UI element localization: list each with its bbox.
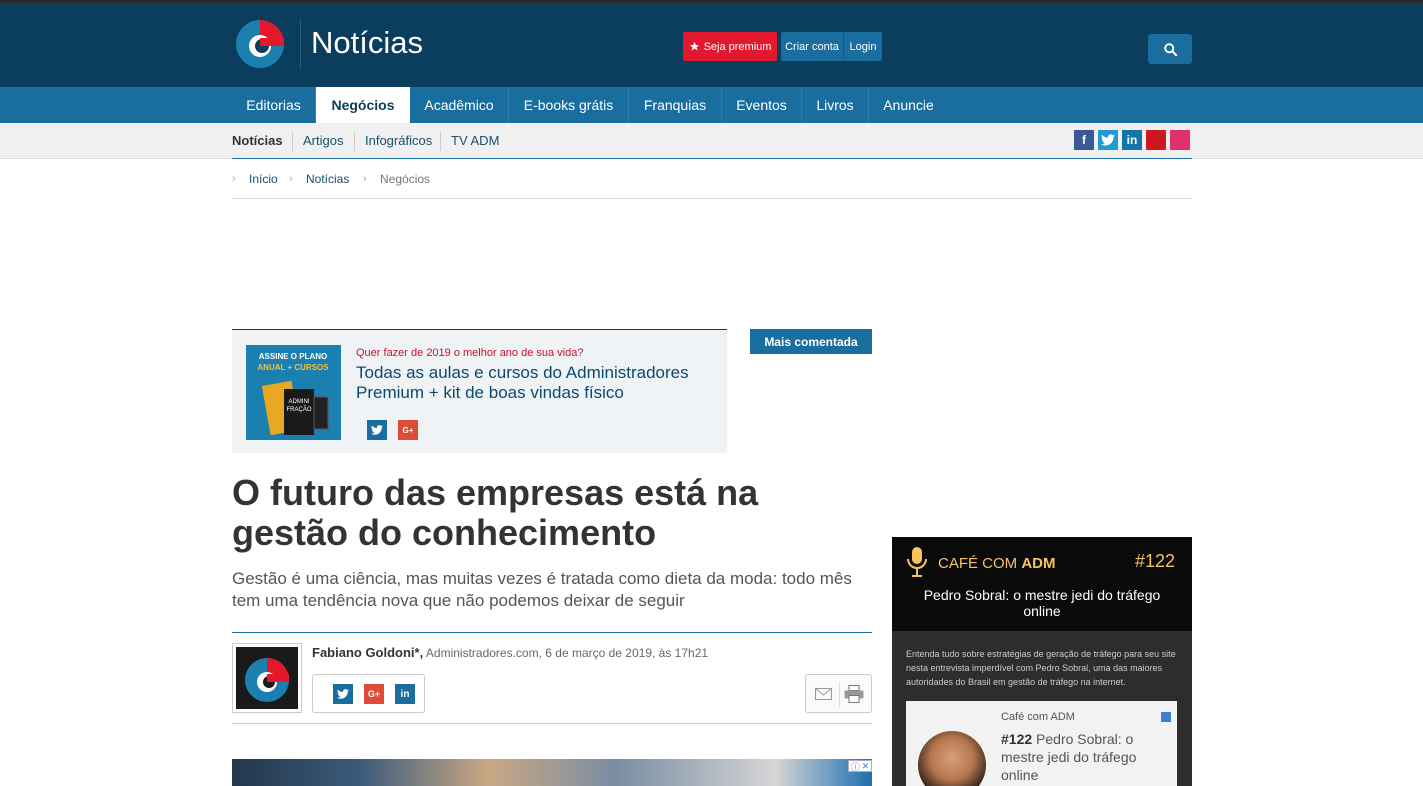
nav-item-academico[interactable]: Acadêmico bbox=[410, 87, 509, 123]
subnav-divider bbox=[440, 132, 441, 151]
podcast-card-show: Café com ADM bbox=[1001, 711, 1075, 723]
tab-mais-comentada[interactable]: Mais comentada bbox=[750, 329, 872, 354]
sub-nav: Notícias Artigos Infográficos TV ADM bbox=[0, 123, 1423, 159]
nav-item-negocios[interactable]: Negócios bbox=[316, 87, 410, 123]
nav-item-livros[interactable]: Livros bbox=[802, 87, 869, 123]
platform-icon[interactable] bbox=[1161, 712, 1171, 722]
breadcrumb-negocios: Negócios bbox=[380, 172, 431, 186]
search-button[interactable] bbox=[1148, 34, 1192, 64]
subnav-item-noticias[interactable]: Notícias bbox=[232, 133, 283, 148]
email-icon[interactable] bbox=[815, 688, 832, 700]
advertisement-image[interactable] bbox=[232, 759, 872, 786]
promo-title[interactable]: Todas as aulas e cursos do Administrador… bbox=[356, 363, 721, 403]
podcast-description: Entenda tudo sobre estratégias de geraçã… bbox=[906, 649, 1176, 687]
article-subtitle: Gestão é uma ciência, mas muitas vezes é… bbox=[232, 569, 852, 610]
article-tools bbox=[805, 674, 872, 713]
subnav-item-tvadm[interactable]: TV ADM bbox=[451, 133, 499, 148]
subnav-item-artigos[interactable]: Artigos bbox=[303, 133, 343, 148]
subnav-item-infograficos[interactable]: Infográficos bbox=[365, 133, 432, 148]
linkedin-icon[interactable]: in bbox=[1122, 130, 1142, 150]
info-icon: ⓘ bbox=[850, 761, 860, 772]
login-button[interactable]: Login bbox=[844, 32, 882, 61]
article-headline: O futuro das empresas está na gestão do … bbox=[232, 472, 759, 553]
ad-choices[interactable]: ⓘ ✕ bbox=[848, 760, 872, 772]
main-nav: Editorias Negócios Acadêmico E-books grá… bbox=[0, 87, 1423, 123]
nav-item-ebooks[interactable]: E-books grátis bbox=[509, 87, 629, 123]
chevron-right-icon: › bbox=[232, 173, 236, 185]
nav-item-franquias[interactable]: Franquias bbox=[629, 87, 722, 123]
googleplus-share-icon[interactable]: G+ bbox=[364, 684, 384, 704]
author-name[interactable]: Fabiano Goldoni*, bbox=[312, 645, 423, 660]
breadcrumb-divider bbox=[232, 198, 1192, 199]
site-header: Notícias Seja premium Criar conta Login bbox=[0, 3, 1423, 87]
nav-item-anuncie[interactable]: Anuncie bbox=[869, 87, 948, 123]
linkedin-share-icon[interactable]: in bbox=[395, 684, 415, 704]
search-icon bbox=[1163, 42, 1177, 56]
promo-image-caption-line2: ANUAL + CURSOS bbox=[257, 363, 329, 372]
create-account-button[interactable]: Criar conta bbox=[781, 32, 843, 61]
account-buttons: Criar conta Login bbox=[781, 32, 882, 61]
nav-item-eventos[interactable]: Eventos bbox=[722, 87, 802, 123]
podcast-title[interactable]: Pedro Sobral: o mestre jedi do tráfego o… bbox=[912, 587, 1172, 619]
twitter-icon[interactable] bbox=[1098, 130, 1118, 150]
star-icon bbox=[689, 41, 699, 51]
subnav-underline bbox=[232, 158, 1192, 159]
breadcrumb-inicio[interactable]: Início bbox=[249, 172, 278, 186]
instagram-icon[interactable] bbox=[1170, 130, 1190, 150]
nav-item-editorias[interactable]: Editorias bbox=[232, 87, 316, 123]
close-icon: ✕ bbox=[861, 760, 870, 771]
promo-image[interactable]: ASSINE O PLANO ANUAL + CURSOS ADMINI FRA… bbox=[246, 345, 341, 440]
author-line: Fabiano Goldoni*, Administradores.com, 6… bbox=[312, 645, 708, 660]
svg-text:FRAÇÃO: FRAÇÃO bbox=[286, 406, 311, 413]
podcast-player-card[interactable]: Café com ADM #122 Pedro Sobral: o mestre… bbox=[906, 701, 1177, 786]
premium-button[interactable]: Seja premium bbox=[683, 32, 777, 61]
youtube-icon[interactable] bbox=[1146, 130, 1166, 150]
author-avatar[interactable] bbox=[232, 643, 302, 713]
print-icon[interactable] bbox=[844, 685, 864, 703]
promo-kicker[interactable]: Quer fazer de 2019 o melhor ano de sua v… bbox=[356, 347, 583, 359]
subnav-divider bbox=[354, 132, 355, 151]
logo-divider bbox=[300, 19, 301, 69]
byline-divider-top bbox=[232, 632, 872, 633]
chevron-right-icon: › bbox=[289, 173, 293, 185]
twitter-share-icon[interactable] bbox=[333, 684, 353, 704]
tools-divider bbox=[839, 682, 840, 707]
twitter-share-icon[interactable] bbox=[367, 420, 387, 440]
podcast-widget[interactable]: CAFÉ COM ADM #122 Pedro Sobral: o mestre… bbox=[892, 537, 1192, 786]
podcast-brand: CAFÉ COM ADM bbox=[938, 555, 1056, 572]
facebook-icon[interactable]: f bbox=[1074, 130, 1094, 150]
googleplus-share-icon[interactable]: G+ bbox=[398, 420, 418, 440]
microphone-icon bbox=[907, 547, 927, 577]
svg-text:ADMINI: ADMINI bbox=[289, 399, 310, 405]
promo-banner[interactable]: ASSINE O PLANO ANUAL + CURSOS ADMINI FRA… bbox=[232, 329, 727, 453]
breadcrumb-noticias[interactable]: Notícias bbox=[306, 172, 349, 186]
byline-divider-bottom bbox=[232, 723, 872, 724]
share-box: G+ in bbox=[312, 674, 425, 713]
podcast-card-title[interactable]: #122 Pedro Sobral: o mestre jedi do tráf… bbox=[1001, 730, 1151, 784]
site-title[interactable]: Notícias bbox=[311, 25, 423, 61]
podcast-header: CAFÉ COM ADM #122 Pedro Sobral: o mestre… bbox=[892, 537, 1192, 631]
promo-image-caption-line1: ASSINE O PLANO bbox=[259, 352, 327, 361]
podcast-episode-number: #122 bbox=[1135, 551, 1176, 571]
subnav-divider bbox=[292, 132, 293, 151]
podcast-guest-avatar bbox=[918, 731, 986, 786]
premium-label: Seja premium bbox=[703, 40, 772, 53]
article-source-date: Administradores.com, 6 de março de 2019,… bbox=[425, 646, 709, 660]
chevron-right-icon: › bbox=[363, 173, 367, 185]
site-logo[interactable] bbox=[234, 18, 286, 70]
